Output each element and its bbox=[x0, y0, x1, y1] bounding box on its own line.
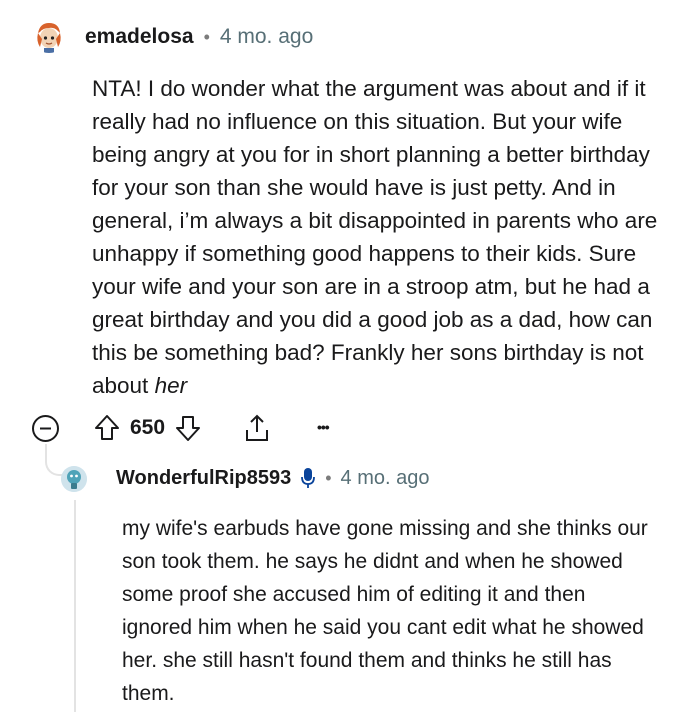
comment-text: NTA! I do wonder what the argument was a… bbox=[92, 72, 667, 402]
reply-username[interactable]: WonderfulRip8593 bbox=[116, 467, 291, 490]
comment-text-emphasis: her bbox=[154, 373, 188, 398]
comment-timestamp: 4 mo. ago bbox=[219, 25, 314, 48]
comment-body: NTA! I do wonder what the argument was a… bbox=[92, 72, 667, 402]
downvote-icon[interactable] bbox=[175, 414, 201, 442]
comment-text-main: NTA! I do wonder what the argument was a… bbox=[92, 76, 658, 398]
reply-body: my wife's earbuds have gone missing and … bbox=[122, 512, 652, 710]
reply-timestamp: 4 mo. ago bbox=[340, 466, 430, 489]
more-icon[interactable]: ••• bbox=[317, 419, 330, 435]
collapse-icon[interactable] bbox=[31, 414, 60, 443]
comment-header: emadelosa • 4 mo. ago bbox=[85, 25, 313, 49]
microphone-icon bbox=[300, 466, 316, 490]
reply-header: WonderfulRip8593 • 4 mo. ago bbox=[116, 466, 429, 490]
user-avatar[interactable] bbox=[32, 19, 66, 53]
meta-separator: • bbox=[203, 26, 210, 47]
reply-avatar[interactable] bbox=[61, 466, 87, 492]
reply-thread-line[interactable] bbox=[74, 500, 76, 712]
meta-separator: • bbox=[325, 467, 332, 488]
upvote-icon[interactable] bbox=[94, 414, 120, 442]
reply-text: my wife's earbuds have gone missing and … bbox=[122, 517, 648, 705]
vote-count: 650 bbox=[130, 416, 166, 439]
comment-username[interactable]: emadelosa bbox=[85, 25, 194, 49]
vote-controls: 650 bbox=[94, 414, 201, 442]
share-icon[interactable] bbox=[243, 413, 271, 443]
